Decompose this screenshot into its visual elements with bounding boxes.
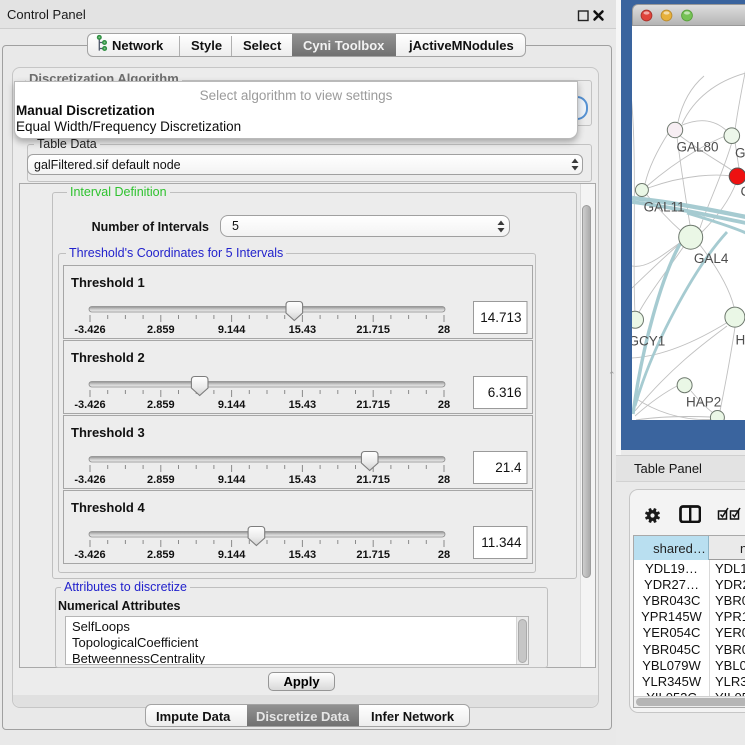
svg-text:HAP2: HAP2 [686,395,721,410]
svg-text:GCY1: GCY1 [632,334,665,349]
svg-text:28: 28 [438,474,450,486]
svg-text:21.715: 21.715 [356,474,390,486]
svg-text:9.144: 9.144 [218,399,246,411]
svg-text:-3.426: -3.426 [74,474,105,486]
svg-text:GA: GA [735,146,745,161]
svg-text:21.4: 21.4 [495,460,522,475]
svg-text:28: 28 [438,324,450,336]
svg-text:21.715: 21.715 [356,399,390,411]
svg-text:C: C [740,184,745,199]
svg-text:-3.426: -3.426 [74,324,105,336]
svg-text:Threshold 3: Threshold 3 [71,425,145,440]
svg-text:15.43: 15.43 [289,549,317,561]
svg-text:Threshold 4: Threshold 4 [71,500,145,515]
svg-text:15.43: 15.43 [289,324,317,336]
svg-text:15.43: 15.43 [289,399,317,411]
svg-text:28: 28 [438,549,450,561]
svg-text:21.715: 21.715 [356,549,390,561]
svg-text:Threshold 1: Threshold 1 [71,275,145,290]
svg-text:14.713: 14.713 [480,310,521,325]
svg-text:11.344: 11.344 [481,535,522,550]
svg-text:2.859: 2.859 [147,324,175,336]
svg-text:GAL11: GAL11 [643,200,684,215]
svg-text:Threshold 2: Threshold 2 [71,350,145,365]
svg-text:GAL80: GAL80 [676,140,718,155]
svg-text:9.144: 9.144 [218,549,246,561]
svg-text:2.859: 2.859 [147,474,175,486]
svg-text:2.859: 2.859 [147,549,175,561]
svg-text:-3.426: -3.426 [74,549,105,561]
svg-text:-3.426: -3.426 [74,399,105,411]
svg-text:9.144: 9.144 [218,324,246,336]
svg-text:28: 28 [438,399,450,411]
svg-text:2.859: 2.859 [147,399,175,411]
svg-text:21.715: 21.715 [356,324,390,336]
svg-text:6.316: 6.316 [488,385,522,400]
svg-text:9.144: 9.144 [218,474,246,486]
svg-text:GAL4: GAL4 [693,251,728,266]
svg-text:15.43: 15.43 [289,474,317,486]
svg-text:H: H [735,333,745,348]
